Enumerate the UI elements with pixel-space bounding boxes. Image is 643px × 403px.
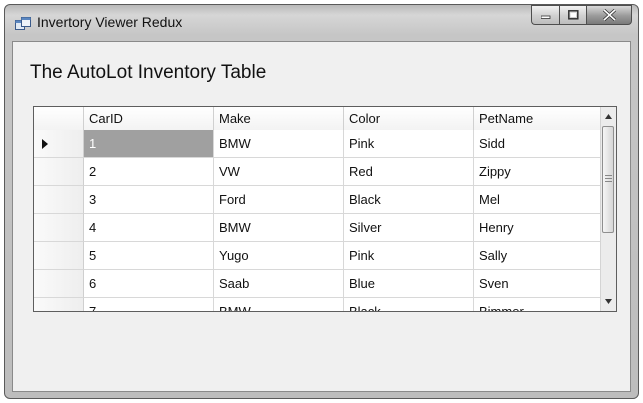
cell-petname[interactable]: Sven <box>474 270 604 298</box>
cell-make[interactable]: VW <box>214 158 344 186</box>
page-title: The AutoLot Inventory Table <box>30 62 267 83</box>
cell-carid[interactable]: 7 <box>84 298 214 311</box>
row-header-corner[interactable] <box>34 107 84 130</box>
cell-carid[interactable]: 1 <box>84 130 214 158</box>
column-header-color[interactable]: Color <box>344 107 474 130</box>
cell-make[interactable]: Saab <box>214 270 344 298</box>
scroll-up-arrow-icon <box>605 114 612 119</box>
column-header-carid[interactable]: CarID <box>84 107 214 130</box>
close-icon <box>602 9 616 21</box>
cell-petname[interactable]: Bimmer <box>474 298 604 311</box>
cell-color[interactable]: Blue <box>344 270 474 298</box>
minimize-button[interactable] <box>531 5 559 25</box>
form-app-icon[interactable] <box>15 17 31 31</box>
row-header[interactable] <box>34 242 84 270</box>
cell-make[interactable]: BMW <box>214 214 344 242</box>
grid-body: 1 BMW Pink Sidd 2 VW Red Zippy 3 Ford Bl… <box>34 130 604 311</box>
scrollbar-thumb[interactable] <box>602 126 614 233</box>
table-row[interactable]: 4 BMW Silver Henry <box>34 214 604 242</box>
cell-color[interactable]: Red <box>344 158 474 186</box>
cell-carid[interactable]: 4 <box>84 214 214 242</box>
row-header[interactable] <box>34 214 84 242</box>
cell-color[interactable]: Black <box>344 298 474 311</box>
row-header[interactable] <box>34 158 84 186</box>
cell-color[interactable]: Silver <box>344 214 474 242</box>
maximize-icon <box>567 10 579 20</box>
cell-petname[interactable]: Zippy <box>474 158 604 186</box>
table-row[interactable]: 3 Ford Black Mel <box>34 186 604 214</box>
cell-carid[interactable]: 2 <box>84 158 214 186</box>
scroll-up-button[interactable] <box>601 108 616 125</box>
column-header-make[interactable]: Make <box>214 107 344 130</box>
cell-make[interactable]: BMW <box>214 298 344 311</box>
maximize-button[interactable] <box>559 5 586 25</box>
cell-petname[interactable]: Mel <box>474 186 604 214</box>
scroll-grip-icon <box>605 175 612 184</box>
table-row[interactable]: 2 VW Red Zippy <box>34 158 604 186</box>
row-header[interactable] <box>34 130 84 158</box>
current-row-arrow-icon <box>42 139 48 149</box>
cell-petname[interactable]: Henry <box>474 214 604 242</box>
cell-color[interactable]: Pink <box>344 130 474 158</box>
row-header[interactable] <box>34 298 84 311</box>
table-row[interactable]: 6 Saab Blue Sven <box>34 270 604 298</box>
cell-carid[interactable]: 6 <box>84 270 214 298</box>
row-header[interactable] <box>34 270 84 298</box>
window-controls <box>531 5 632 27</box>
cell-petname[interactable]: Sally <box>474 242 604 270</box>
table-row[interactable]: 7 BMW Black Bimmer <box>34 298 604 311</box>
inventory-data-grid[interactable]: CarID Make Color PetName 1 BMW Pink Sidd… <box>33 106 617 312</box>
cell-make[interactable]: Yugo <box>214 242 344 270</box>
table-row[interactable]: 5 Yugo Pink Sally <box>34 242 604 270</box>
minimize-icon <box>540 15 550 19</box>
cell-carid[interactable]: 5 <box>84 242 214 270</box>
window-title: Invertory Viewer Redux <box>37 14 183 30</box>
cell-make[interactable]: BMW <box>214 130 344 158</box>
column-header-petname[interactable]: PetName <box>474 107 604 130</box>
title-bar[interactable]: Invertory Viewer Redux <box>5 5 638 41</box>
row-header[interactable] <box>34 186 84 214</box>
close-button[interactable] <box>586 5 632 25</box>
cell-carid[interactable]: 3 <box>84 186 214 214</box>
scroll-down-arrow-icon <box>605 299 612 304</box>
table-row[interactable]: 1 BMW Pink Sidd <box>34 130 604 158</box>
cell-color[interactable]: Pink <box>344 242 474 270</box>
grid-header-row: CarID Make Color PetName <box>34 107 604 131</box>
cell-make[interactable]: Ford <box>214 186 344 214</box>
scroll-down-button[interactable] <box>601 293 616 310</box>
cell-color[interactable]: Black <box>344 186 474 214</box>
cell-petname[interactable]: Sidd <box>474 130 604 158</box>
vertical-scrollbar[interactable] <box>600 107 616 311</box>
